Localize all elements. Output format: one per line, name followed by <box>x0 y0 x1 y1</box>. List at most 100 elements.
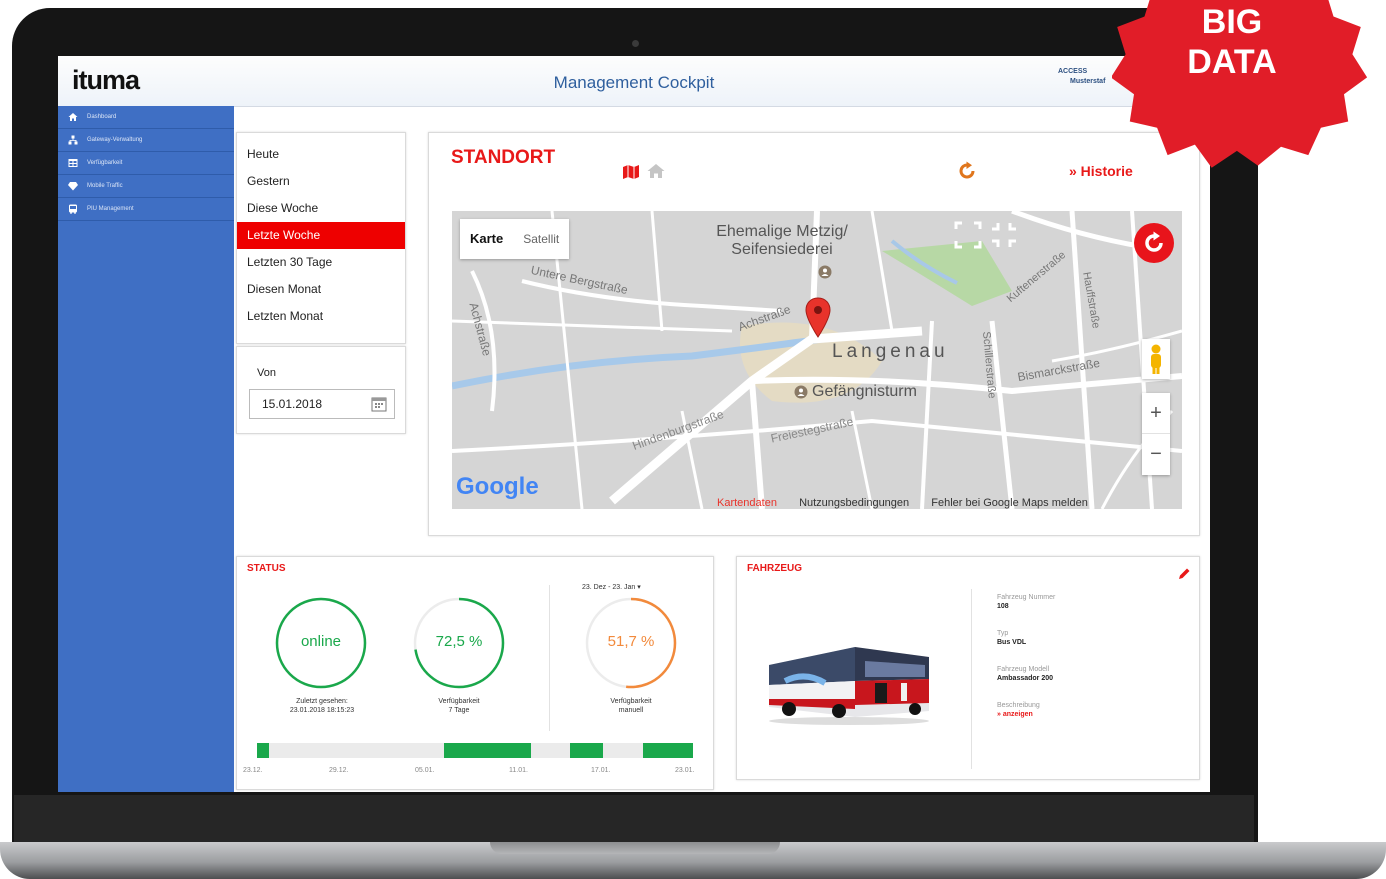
vehicle-description-link[interactable]: » anzeigen <box>997 710 1040 719</box>
refresh-icon <box>1145 231 1163 252</box>
user-name: Musterstaf <box>1070 78 1106 85</box>
exit-fullscreen-button[interactable] <box>988 219 1020 251</box>
location-pin-icon[interactable] <box>805 297 831 339</box>
vehicle-number-value: 108 <box>997 603 1009 610</box>
laptop-screen: ituma Management Cockpit ACCESS Musterst… <box>58 56 1210 792</box>
sidebar-item-gateway[interactable]: Gateway-Verwaltung <box>58 129 234 152</box>
street-view-pegman[interactable] <box>1142 339 1170 379</box>
table-icon <box>68 159 78 167</box>
user-access-info[interactable]: ACCESS Musterstaf <box>1058 67 1105 87</box>
location-panel: STANDORT » Historie Karte Satellit Ehema… <box>428 132 1200 536</box>
map-poi-title-line1: Ehemalige Metzig/ <box>716 223 848 240</box>
report-error-link[interactable]: Fehler bei Google Maps melden <box>931 497 1088 509</box>
bus-image <box>769 647 929 725</box>
poi-marker-icon[interactable] <box>818 265 832 279</box>
timeline-online-segment <box>643 743 693 758</box>
period-option-this-week[interactable]: Diese Woche <box>237 195 405 222</box>
home-view-icon[interactable] <box>647 163 665 179</box>
big-data-badge-text: BIG DATA <box>1160 2 1304 82</box>
sidebar-item-label: PIU Management <box>87 206 134 212</box>
map-type-map-button[interactable]: Karte <box>460 219 513 259</box>
timeline-online-segment <box>570 743 603 758</box>
sidebar-item-dashboard[interactable]: Dashboard <box>58 106 234 129</box>
page-title: Management Cockpit <box>553 73 715 92</box>
zoom-out-button[interactable]: − <box>1142 434 1170 474</box>
availability-manual-label-line2: manuell <box>618 707 644 714</box>
period-option-last-month[interactable]: Letzten Monat <box>237 303 405 330</box>
availability-7-days-label-line2: 7 Tage <box>448 707 470 714</box>
period-option-yesterday[interactable]: Gestern <box>237 168 405 195</box>
period-option-last-week[interactable]: Letzte Woche <box>237 222 405 249</box>
date-from-input[interactable]: 15.01.2018 <box>249 389 395 419</box>
vehicle-type-field: Typ Bus VDL <box>997 629 1026 647</box>
sidebar-item-availability[interactable]: Verfügbarkeit <box>58 152 234 175</box>
timeline-online-segment <box>444 743 531 758</box>
online-gauge: online <box>275 597 367 689</box>
zoom-in-button[interactable]: + <box>1142 393 1170 434</box>
terms-link[interactable]: Nutzungsbedingungen <box>799 497 909 509</box>
home-icon <box>68 113 78 121</box>
vehicle-panel-title: FAHRZEUG <box>747 563 802 574</box>
badge-line-1: BIG <box>1201 3 1263 41</box>
fullscreen-icon <box>954 221 982 249</box>
status-divider <box>549 585 550 731</box>
timeline-tick: 05.01. <box>415 767 435 774</box>
sidebar-item-mobile-traffic[interactable]: Mobile Traffic <box>58 175 234 198</box>
access-label: ACCESS <box>1058 68 1088 75</box>
availability-manual-label: Verfügbarkeit manuell <box>561 697 701 715</box>
poi-marker-icon[interactable] <box>794 385 808 399</box>
timeline-tick: 17.01. <box>591 767 611 774</box>
timeline-online-segment <box>257 743 269 758</box>
sidebar-item-label: Mobile Traffic <box>87 183 123 189</box>
sidebar-item-label: Verfügbarkeit <box>87 160 123 166</box>
refresh-icon[interactable] <box>957 161 977 181</box>
map-type-satellite-button[interactable]: Satellit <box>513 219 569 259</box>
sidebar-item-label: Gateway-Verwaltung <box>87 137 143 143</box>
badge-line-2: DATA <box>1187 43 1277 81</box>
map-data-link[interactable]: Kartendaten <box>717 497 777 509</box>
map-refresh-button[interactable] <box>1134 223 1174 263</box>
sidebar: Dashboard Gateway-Verwaltung Verfügbarke… <box>58 106 234 792</box>
timeline-tick: 23.01. <box>675 767 695 774</box>
map-footer: Kartendaten Nutzungsbedingungen Fehler b… <box>717 497 1088 509</box>
exit-fullscreen-icon <box>992 223 1016 247</box>
date-from-label: Von <box>257 367 276 379</box>
availability-7-days-label-line1: Verfügbarkeit <box>438 698 480 705</box>
status-panel: STATUS 23. Dez - 23. Jan ▾ online Zuletz… <box>236 556 714 790</box>
laptop-chin <box>14 795 1254 847</box>
date-from-value: 15.01.2018 <box>262 397 323 411</box>
date-from-panel: Von 15.01.2018 <box>236 346 406 434</box>
availability-manual-label-line1: Verfügbarkeit <box>610 698 652 705</box>
map-view-icon[interactable] <box>623 164 639 180</box>
map-type-control: Karte Satellit <box>460 219 570 259</box>
vehicle-model-value: Ambassador 200 <box>997 675 1054 682</box>
last-seen-label-line1: Zuletzt gesehen: <box>296 698 348 705</box>
period-option-this-month[interactable]: Diesen Monat <box>237 276 405 303</box>
edit-pencil-icon[interactable] <box>1177 567 1191 581</box>
sitemap-icon <box>68 135 78 145</box>
calendar-icon[interactable] <box>371 396 387 412</box>
sidebar-item-piu-management[interactable]: PIU Management <box>58 198 234 221</box>
vehicle-description-label: Beschreibung <box>997 702 1040 709</box>
diamond-icon <box>68 182 78 191</box>
vehicle-type-label: Typ <box>997 630 1009 637</box>
laptop-notch <box>490 842 780 854</box>
map-view[interactable]: Karte Satellit Ehemalige Metzig/ Seifens… <box>452 211 1182 509</box>
timeline-tick: 23.12. <box>243 767 263 774</box>
availability-7-days-label: Verfügbarkeit 7 Tage <box>389 697 529 715</box>
period-option-last-30-days[interactable]: Letzten 30 Tage <box>237 249 405 276</box>
vehicle-type-value: Bus VDL <box>997 639 1027 646</box>
period-option-today[interactable]: Heute <box>237 141 405 168</box>
fullscreen-button[interactable] <box>952 219 984 251</box>
availability-timeline <box>257 743 693 758</box>
header-bar: ituma Management Cockpit ACCESS Musterst… <box>58 56 1210 107</box>
sidebar-item-label: Dashboard <box>87 114 117 120</box>
availability-manual-value: 51,7 % <box>607 633 655 650</box>
period-selector: Heute Gestern Diese Woche Letzte Woche L… <box>236 132 406 344</box>
availability-manual-gauge: 51,7 % <box>585 597 677 689</box>
timeline-tick: 29.12. <box>329 767 349 774</box>
date-range-dropdown[interactable]: 23. Dez - 23. Jan ▾ <box>582 583 641 591</box>
status-panel-title: STATUS <box>247 563 286 574</box>
vehicle-number-label: Fahrzeug Nummer <box>997 594 1056 601</box>
timeline-tick: 11.01. <box>509 767 528 774</box>
